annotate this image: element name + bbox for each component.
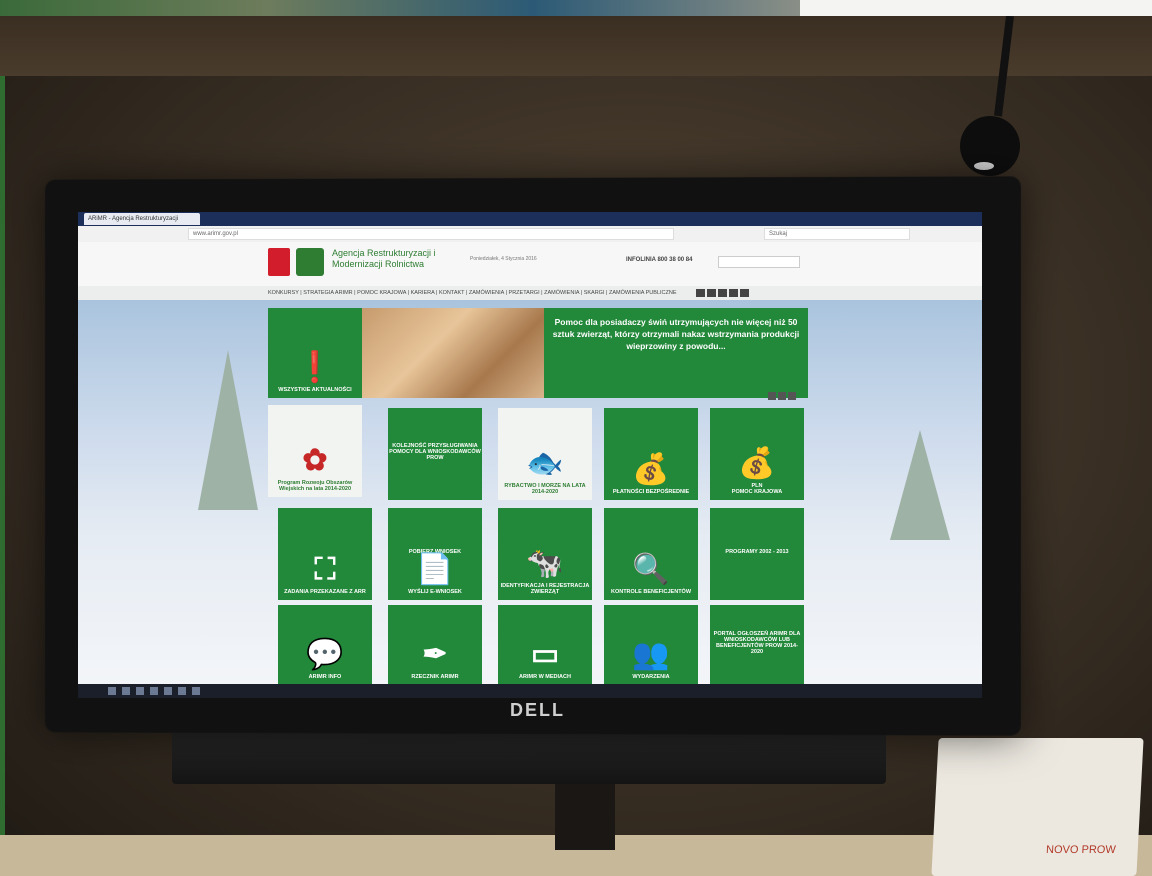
prow-logo-tile[interactable]: ✿ Program Rozwoju Obszarów Wiejskich na … — [268, 405, 362, 497]
eagle-emblem-icon — [268, 248, 290, 276]
taskbar-app-icon[interactable] — [136, 687, 144, 695]
search-icon: 🔍 — [632, 555, 669, 585]
tree-decoration — [890, 430, 950, 540]
start-icon[interactable] — [108, 687, 116, 695]
document-icon: 📄 — [416, 555, 453, 585]
tile-rybactwo[interactable]: 🐟 RYBACTWO I MORZE NA LATA 2014-2020 — [498, 408, 592, 500]
people-icon: 👥 — [632, 640, 669, 670]
tile-programy[interactable]: PROGRAMY 2002 - 2013 — [710, 508, 804, 600]
exclamation-icon: ❗ — [296, 353, 333, 383]
tile-wydarzenia[interactable]: 👥 WYDARZENIA — [604, 605, 698, 685]
news-pager — [768, 392, 796, 400]
news-headline[interactable]: Pomoc dla posiadaczy świń utrzymujących … — [544, 308, 808, 398]
tile-media[interactable]: ▭ ARIMR W MEDIACH — [498, 605, 592, 685]
taskbar-app-icon[interactable] — [178, 687, 186, 695]
taskbar-app-icon[interactable] — [122, 687, 130, 695]
speech-bubble-icon: 💬 — [306, 640, 343, 670]
hotline: INFOLINIA 800 38 00 84 — [626, 257, 692, 263]
tile-platnosci[interactable]: 💰 PŁATNOŚCI BEZPOŚREDNIE — [604, 408, 698, 500]
social-icon[interactable] — [718, 289, 727, 297]
box-label: NOVO PROW — [1046, 844, 1116, 856]
pause-icon[interactable] — [778, 392, 786, 400]
site-nav: KONKURSY | STRATEGIA ARIMR | POMOC KRAJO… — [78, 286, 982, 300]
site-header: Agencja Restrukturyzacji i Modernizacji … — [78, 242, 982, 286]
tile-kontrole[interactable]: 🔍 KONTROLE BENEFICJENTÓW — [604, 508, 698, 600]
date-text: Poniedziałek, 4 Stycznia 2016 — [470, 256, 537, 262]
social-icon[interactable] — [740, 289, 749, 297]
browser-tabbar: ARiMR - Agencja Restrukturyzacji — [78, 212, 982, 226]
cow-icon: 🐄 — [526, 549, 563, 579]
tree-decoration — [198, 350, 258, 510]
news-image[interactable] — [362, 308, 544, 398]
address-bar[interactable]: www.arimr.gov.pl — [188, 228, 674, 240]
tile-zadania[interactable]: ⛶ ZADANIA PRZEKAZANE Z ARR — [278, 508, 372, 600]
taskbar-app-icon[interactable] — [150, 687, 158, 695]
all-news-tile[interactable]: ❗ WSZYSTKIE AKTUALNOŚCI — [268, 308, 362, 398]
monitor-brand: DELL — [510, 700, 565, 721]
browser-tab[interactable]: ARiMR - Agencja Restrukturyzacji — [84, 213, 200, 225]
tablet-icon: ▭ — [531, 640, 559, 670]
tile-kolejnosc[interactable]: KOLEJNOŚĆ PRZYSŁUGIWANIA POMOCY DLA WNIO… — [388, 408, 482, 500]
social-icon[interactable] — [729, 289, 738, 297]
tile-wniosek[interactable]: POBIERZ WNIOSEK 📄 WYŚLIJ E-WNIOSEK — [388, 508, 482, 600]
poland-map-icon: ⛶ — [315, 555, 336, 585]
screen: ARiMR - Agencja Restrukturyzacji www.ari… — [78, 212, 982, 698]
windows-taskbar — [78, 684, 982, 698]
social-icon[interactable] — [696, 289, 705, 297]
agency-name: Agencja Restrukturyzacji i Modernizacji … — [332, 248, 472, 270]
left-green-strip — [0, 16, 5, 876]
tile-identyfikacja[interactable]: 🐄 IDENTYFIKACJA I REJESTRACJA ZWIERZĄT — [498, 508, 592, 600]
social-icons — [696, 289, 749, 297]
social-icon[interactable] — [707, 289, 716, 297]
next-arrow-icon[interactable] — [788, 392, 796, 400]
prev-arrow-icon[interactable] — [768, 392, 776, 400]
tile-arimr-info[interactable]: 💬 ARIMR INFO — [278, 605, 372, 685]
paper-box: NOVO PROW — [931, 738, 1143, 876]
tile-portal[interactable]: PORTAL OGŁOSZEŃ ARIMR DLA WNIOSKODAWCÓW … — [710, 605, 804, 685]
nav-links[interactable]: KONKURSY | STRATEGIA ARIMR | POMOC KRAJO… — [268, 290, 677, 296]
prow-logo-icon: ✿ — [302, 446, 327, 476]
pen-icon: ✒ — [422, 640, 447, 670]
taskbar-app-icon[interactable] — [192, 687, 200, 695]
pln-bag-icon: 💰 — [738, 449, 775, 479]
content-stage: ❗ WSZYSTKIE AKTUALNOŚCI Pomoc dla posiad… — [78, 300, 982, 698]
fish-icon: 🐟 — [526, 449, 563, 479]
browser-app-icon[interactable] — [164, 687, 172, 695]
browser-toolbar: www.arimr.gov.pl Szukaj — [78, 226, 982, 242]
arimr-logo-icon[interactable] — [296, 248, 324, 276]
site-search-input[interactable] — [718, 256, 800, 268]
money-bag-icon: 💰 — [632, 455, 669, 485]
tile-rzecznik[interactable]: ✒ RZECZNIK ARIMR — [388, 605, 482, 685]
tile-pomoc-krajowa[interactable]: 💰 PLN POMOC KRAJOWA — [710, 408, 804, 500]
top-white-strip — [800, 0, 1152, 16]
browser-search[interactable]: Szukaj — [764, 228, 910, 240]
top-photo-strip — [0, 0, 800, 16]
lamp — [950, 16, 1030, 176]
